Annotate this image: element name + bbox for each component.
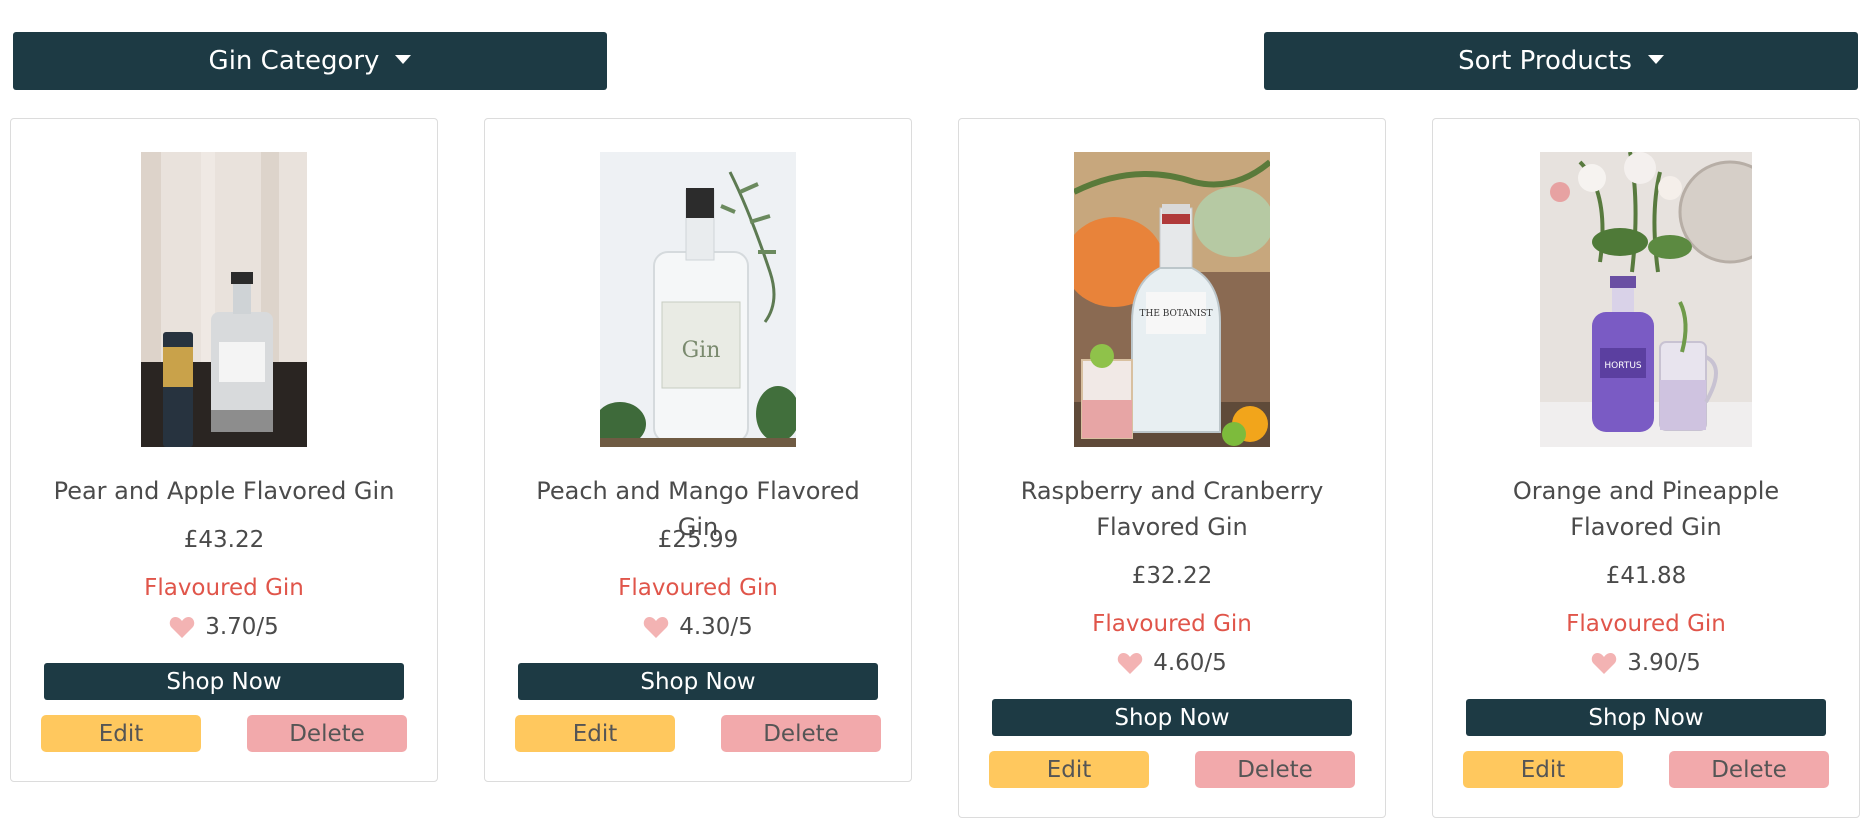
- product-title: Raspberry and Cranberry Flavored Gin: [1020, 477, 1324, 541]
- delete-button[interactable]: Delete: [1195, 751, 1355, 788]
- caret-down-icon: [395, 54, 412, 64]
- svg-text:Gin: Gin: [682, 338, 721, 363]
- product-category: Flavoured Gin: [618, 575, 778, 601]
- delete-button[interactable]: Delete: [1669, 751, 1829, 788]
- product-price: £32.22: [1131, 563, 1213, 589]
- product-image[interactable]: THE BOTANIST: [1074, 152, 1270, 447]
- product-card: THE BOTANIST Raspberry and Cranberry Fla…: [958, 118, 1386, 818]
- svg-text:THE BOTANIST: THE BOTANIST: [1139, 309, 1212, 319]
- product-title: Orange and Pineapple Flavored Gin: [1512, 477, 1780, 541]
- product-price: £41.88: [1605, 563, 1687, 589]
- delete-button[interactable]: Delete: [247, 715, 407, 752]
- heart-icon: [643, 617, 669, 638]
- sort-products-label: Sort Products: [1458, 46, 1632, 76]
- shop-now-button[interactable]: Shop Now: [44, 663, 404, 700]
- product-card: HORTUS Orange and Pineapple Flavored Gin…: [1432, 118, 1860, 818]
- edit-button[interactable]: Edit: [41, 715, 201, 752]
- rating-value: 3.90/5: [1627, 650, 1701, 676]
- heart-icon: [1591, 653, 1617, 674]
- product-rating: 4.30/5: [485, 614, 911, 640]
- heart-icon: [1117, 653, 1143, 674]
- gin-category-label: Gin Category: [208, 46, 380, 76]
- product-card: Pear and Apple Flavored Gin £43.22 Flavo…: [10, 118, 438, 782]
- product-category: Flavoured Gin: [1566, 611, 1726, 637]
- product-image[interactable]: HORTUS: [1540, 152, 1752, 447]
- gin-category-dropdown[interactable]: Gin Category: [13, 32, 607, 90]
- product-price: £25.99: [657, 527, 739, 553]
- caret-down-icon: [1647, 54, 1664, 64]
- edit-button[interactable]: Edit: [989, 751, 1149, 788]
- edit-button[interactable]: Edit: [1463, 751, 1623, 788]
- rating-value: 4.30/5: [679, 614, 753, 640]
- product-card: Gin Peach and Mango Flavored Gin £25.99 …: [484, 118, 912, 782]
- product-title: Pear and Apple Flavored Gin: [53, 477, 395, 505]
- edit-button[interactable]: Edit: [515, 715, 675, 752]
- product-rating: 4.60/5: [959, 650, 1385, 676]
- delete-button[interactable]: Delete: [721, 715, 881, 752]
- heart-icon: [169, 617, 195, 638]
- product-category: Flavoured Gin: [144, 575, 304, 601]
- shop-now-button[interactable]: Shop Now: [1466, 699, 1826, 736]
- rating-value: 3.70/5: [205, 614, 279, 640]
- product-image[interactable]: Gin: [600, 152, 796, 447]
- shop-now-button[interactable]: Shop Now: [992, 699, 1352, 736]
- rating-value: 4.60/5: [1153, 650, 1227, 676]
- product-rating: 3.90/5: [1433, 650, 1859, 676]
- shop-now-button[interactable]: Shop Now: [518, 663, 878, 700]
- product-rating: 3.70/5: [11, 614, 437, 640]
- svg-text:HORTUS: HORTUS: [1604, 361, 1642, 371]
- sort-products-dropdown[interactable]: Sort Products: [1264, 32, 1858, 90]
- product-category: Flavoured Gin: [1092, 611, 1252, 637]
- product-price: £43.22: [183, 527, 265, 553]
- product-image[interactable]: [141, 152, 307, 447]
